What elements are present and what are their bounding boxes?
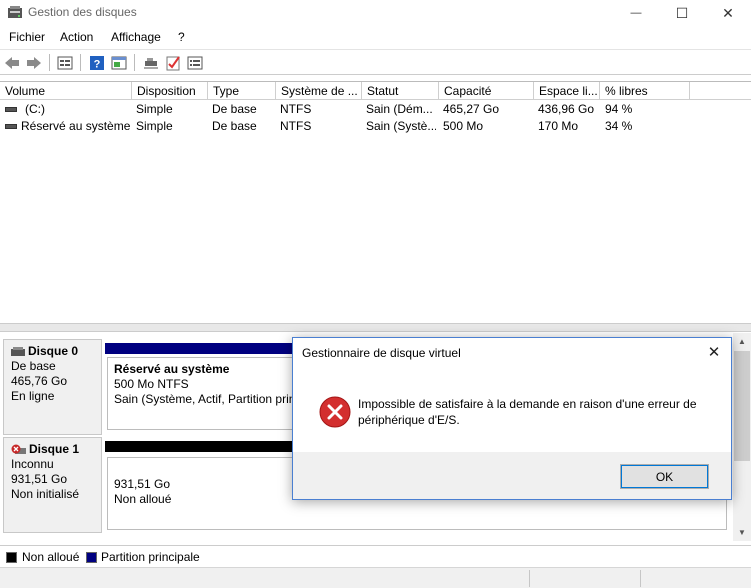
error-dialog: Gestionnaire de disque virtuel ✕ Impossi… [292, 337, 732, 500]
cell-capacity: 465,27 Go [443, 102, 500, 116]
console-icon [187, 56, 203, 69]
cell-percent-free: 34 % [605, 119, 633, 133]
disk-1-state: Non initialisé [11, 487, 80, 501]
cell-status: Sain (Dém... [366, 102, 433, 116]
legend-label-primary: Partition principale [101, 550, 200, 564]
disk-error-icon [11, 444, 26, 454]
cell-type: De base [212, 119, 257, 133]
disk-0-name: Disque 0 [28, 344, 79, 358]
cell-volume: Réservé au système [21, 119, 131, 133]
toolbar: ? [0, 49, 751, 75]
column-header-file-system[interactable]: Système de ... [276, 82, 362, 100]
close-icon: ✕ [722, 4, 734, 21]
dialog-body: Impossible de satisfaire à la demande en… [293, 370, 731, 452]
status-bar [0, 567, 751, 588]
cell-volume: (C:) [25, 102, 45, 116]
list-view-button[interactable] [56, 54, 74, 71]
legend-swatch-unallocated [6, 552, 17, 563]
minimize-button[interactable]: — [613, 0, 659, 26]
cell-type: De base [212, 102, 257, 116]
column-header-percent-free[interactable]: % libres [600, 82, 690, 100]
scroll-thumb[interactable] [734, 351, 750, 461]
vertical-scrollbar[interactable]: ▲ ▼ [733, 333, 751, 541]
menu-bar: Fichier Action Affichage ? [0, 26, 751, 48]
drive-icon [5, 124, 17, 129]
cell-file-system: NTFS [280, 119, 312, 133]
window-title: Gestion des disques [28, 5, 137, 19]
status-separator [529, 570, 530, 587]
error-icon [319, 396, 351, 428]
disk-management-app-icon [8, 6, 22, 18]
back-icon [5, 56, 19, 69]
cell-free-space: 436,96 Go [538, 102, 595, 116]
properties-button[interactable] [110, 54, 128, 71]
toolbar-separator [49, 54, 50, 71]
legend-swatch-primary [86, 552, 97, 563]
disk-0-type: De base [11, 359, 56, 373]
maximize-button[interactable]: ☐ [659, 0, 705, 26]
help-button[interactable]: ? [88, 54, 106, 71]
disk-1-type: Inconnu [11, 457, 54, 471]
column-header-disposition[interactable]: Disposition [132, 82, 208, 100]
cell-status: Sain (Systè... [366, 119, 436, 133]
disk-1-size: 931,51 Go [11, 472, 68, 486]
check-button[interactable] [164, 54, 182, 71]
status-separator [640, 570, 641, 587]
column-header-volume[interactable]: Volume [0, 82, 132, 100]
connect-button[interactable] [142, 54, 160, 71]
menu-affichage[interactable]: Affichage [111, 30, 161, 44]
volume-row[interactable]: Réservé au système Simple De base NTFS S… [0, 118, 751, 135]
forward-button[interactable] [25, 54, 43, 71]
forward-icon [27, 56, 41, 69]
maximize-icon: ☐ [675, 4, 689, 21]
dialog-message: Impossible de satisfaire à la demande en… [358, 397, 697, 427]
column-header-free-space[interactable]: Espace li... [534, 82, 600, 100]
close-button[interactable]: ✕ [705, 0, 751, 26]
column-header-capacity[interactable]: Capacité [439, 82, 534, 100]
drive-icon [5, 107, 17, 112]
menu-help[interactable]: ? [178, 30, 185, 44]
toolbar-separator [80, 54, 81, 71]
disk-icon [11, 346, 25, 356]
cell-file-system: NTFS [280, 102, 312, 116]
dialog-footer: OK [293, 452, 731, 499]
legend-label-unallocated: Non alloué [22, 550, 80, 564]
check-icon [166, 55, 180, 70]
column-header-status[interactable]: Statut [362, 82, 439, 100]
menu-fichier[interactable]: Fichier [9, 30, 45, 44]
svg-text:?: ? [94, 58, 101, 70]
cell-disposition: Simple [136, 119, 173, 133]
disk-0-size: 465,76 Go [11, 374, 68, 388]
pane-splitter[interactable] [0, 323, 751, 332]
cell-disposition: Simple [136, 102, 173, 116]
disk-1-name: Disque 1 [29, 442, 80, 456]
back-button[interactable] [3, 54, 21, 71]
scroll-down-arrow-icon[interactable]: ▼ [733, 524, 751, 541]
column-header-type[interactable]: Type [208, 82, 276, 100]
close-icon: ✕ [707, 344, 721, 361]
connect-icon [144, 57, 158, 68]
menu-action[interactable]: Action [60, 30, 93, 44]
help-icon: ? [90, 55, 104, 70]
title-bar: Gestion des disques — ☐ ✕ [0, 0, 751, 26]
scroll-up-arrow-icon[interactable]: ▲ [733, 333, 751, 350]
dialog-close-button[interactable]: ✕ [701, 341, 727, 363]
minimize-icon: — [630, 7, 642, 19]
cell-free-space: 170 Mo [538, 119, 579, 133]
volume-row[interactable]: (C:) Simple De base NTFS Sain (Dém... 46… [0, 101, 751, 118]
console-button[interactable] [186, 54, 204, 71]
legend: Non alloué Partition principale [0, 545, 751, 567]
disk-1-label[interactable]: Disque 1 Inconnu 931,51 Go Non initialis… [3, 437, 102, 533]
volume-list-header: Volume Disposition Type Système de ... S… [0, 82, 751, 100]
ok-button[interactable]: OK [620, 464, 709, 489]
toolbar-separator [134, 54, 135, 71]
cell-percent-free: 94 % [605, 102, 633, 116]
properties-icon [111, 56, 127, 69]
volume-list: Volume Disposition Type Système de ... S… [0, 81, 751, 323]
disk-0-state: En ligne [11, 389, 55, 403]
dialog-title: Gestionnaire de disque virtuel [302, 346, 461, 360]
disk-0-label[interactable]: Disque 0 De base 465,76 Go En ligne [3, 339, 102, 435]
list-view-icon [57, 56, 73, 69]
cell-capacity: 500 Mo [443, 119, 484, 133]
